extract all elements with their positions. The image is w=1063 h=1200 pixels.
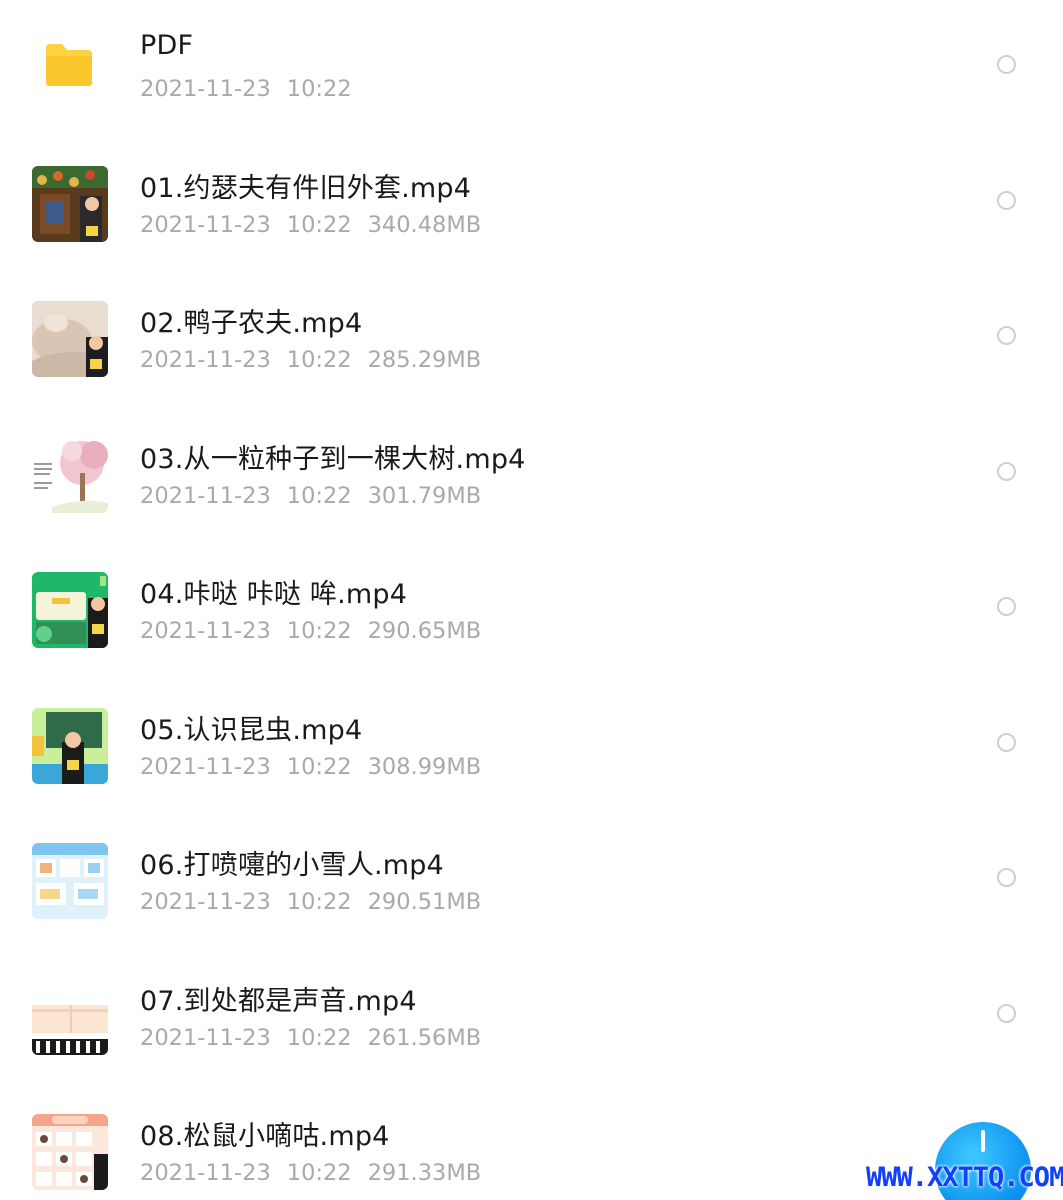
file-meta: 2021-11-23 10:22 290.51MB <box>140 889 497 915</box>
file-date: 2021-11-23 <box>140 618 271 644</box>
file-date: 2021-11-23 <box>140 1024 271 1051</box>
select-radio[interactable] <box>997 1003 1016 1023</box>
fab-icon <box>981 1130 985 1152</box>
file-date: 2021-11-23 <box>140 889 271 915</box>
video-thumbnail <box>32 978 108 1055</box>
file-name: 07.到处都是声音.mp4 <box>140 985 417 1017</box>
file-date: 2021-11-23 <box>140 753 271 780</box>
list-item-video[interactable]: 04.咔哒 咔哒 哞.mp4 2021-11-23 10:22 290.65MB <box>0 542 1063 678</box>
file-size: 290.65MB <box>367 618 482 644</box>
file-size: 291.33MB <box>367 1160 482 1186</box>
file-date: 2021-11-23 <box>140 482 271 509</box>
file-size: 290.51MB <box>367 889 482 915</box>
file-size: 285.29MB <box>367 347 482 373</box>
video-thumbnail <box>32 165 108 242</box>
file-size: 301.79MB <box>367 482 482 509</box>
file-date: 2021-11-23 <box>140 1160 271 1186</box>
file-name: 03.从一粒种子到一棵大树.mp4 <box>140 443 526 475</box>
file-size: 261.56MB <box>367 1024 482 1051</box>
file-date: 2021-11-23 <box>140 76 271 102</box>
watermark: WWW.XXTTQ.COM <box>866 1162 1063 1193</box>
file-date: 2021-11-23 <box>140 211 271 238</box>
file-meta: 2021-11-23 10:22 285.29MB <box>140 347 497 373</box>
file-name: 06.打喷嚏的小雪人.mp4 <box>140 850 444 881</box>
video-thumbnail <box>32 707 108 784</box>
list-item-video[interactable]: 05.认识昆虫.mp4 2021-11-23 10:22 308.99MB <box>0 678 1063 814</box>
file-time: 10:22 <box>286 618 352 644</box>
list-item-video[interactable]: 06.打喷嚏的小雪人.mp4 2021-11-23 10:22 290.51MB <box>0 813 1063 949</box>
file-date: 2021-11-23 <box>140 347 271 373</box>
file-time: 10:22 <box>286 1024 352 1051</box>
file-name: 01.约瑟夫有件旧外套.mp4 <box>140 172 472 204</box>
file-size: 340.48MB <box>367 211 482 238</box>
video-thumbnail <box>32 436 108 513</box>
list-item-video[interactable]: 07.到处都是声音.mp4 2021-11-23 10:22 261.56MB <box>0 949 1063 1085</box>
file-time: 10:22 <box>286 889 352 915</box>
select-radio[interactable] <box>997 597 1016 616</box>
file-meta: 2021-11-23 10:22 290.65MB <box>140 618 497 644</box>
file-meta: 2021-11-23 10:22 <box>140 76 368 102</box>
list-item-video[interactable]: 01.约瑟夫有件旧外套.mp4 2021-11-23 10:22 340.48MB <box>0 136 1063 272</box>
select-radio[interactable] <box>997 868 1016 887</box>
file-meta: 2021-11-23 10:22 308.99MB <box>140 754 497 780</box>
file-name: 04.咔哒 咔哒 哞.mp4 <box>140 579 408 610</box>
file-meta: 2021-11-23 10:22 291.33MB <box>140 1160 497 1186</box>
select-radio[interactable] <box>997 732 1016 752</box>
file-time: 10:22 <box>286 211 352 238</box>
video-thumbnail <box>32 572 108 648</box>
video-thumbnail <box>32 301 108 377</box>
file-size: 308.99MB <box>367 753 482 780</box>
file-meta: 2021-11-23 10:22 261.56MB <box>140 1025 497 1051</box>
list-item-video[interactable]: 03.从一粒种子到一棵大树.mp4 2021-11-23 10:22 301.79M… <box>0 407 1063 543</box>
video-thumbnail <box>32 843 108 919</box>
video-thumbnail <box>32 1114 108 1190</box>
folder-icon <box>44 42 94 88</box>
file-time: 10:22 <box>286 753 352 780</box>
file-name: 02.鸭子农夫.mp4 <box>140 308 363 339</box>
file-name: PDF <box>140 30 194 61</box>
file-name: 05.认识昆虫.mp4 <box>140 714 363 746</box>
list-item-folder[interactable]: PDF 2021-11-23 10:22 <box>0 0 1063 136</box>
file-name: 08.松鼠小嘀咕.mp4 <box>140 1121 390 1152</box>
file-time: 10:22 <box>286 76 352 102</box>
file-browser: PDF 2021-11-23 10:22 01.约瑟夫有件旧外套.mp4 202… <box>0 0 1063 1200</box>
file-time: 10:22 <box>286 1160 352 1186</box>
list-item-video[interactable]: 02.鸭子农夫.mp4 2021-11-23 10:22 285.29MB <box>0 271 1063 407</box>
select-radio[interactable] <box>997 55 1016 74</box>
file-time: 10:22 <box>286 347 352 373</box>
file-time: 10:22 <box>286 482 352 509</box>
select-radio[interactable] <box>997 461 1016 481</box>
select-radio[interactable] <box>997 190 1016 210</box>
file-meta: 2021-11-23 10:22 340.48MB <box>140 212 497 238</box>
file-meta: 2021-11-23 10:22 301.79MB <box>140 483 497 509</box>
select-radio[interactable] <box>997 326 1016 345</box>
